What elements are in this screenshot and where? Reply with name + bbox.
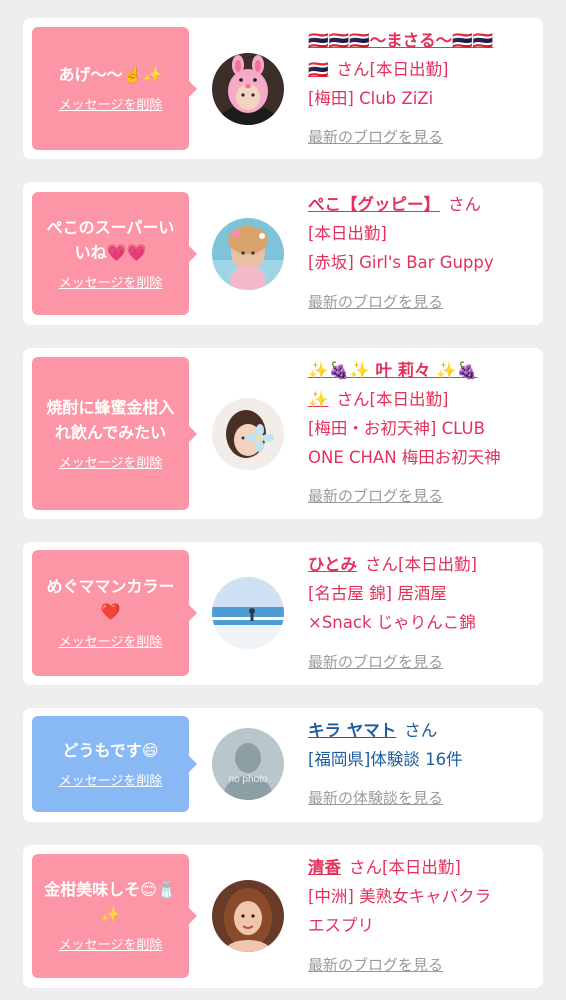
review-info: [福岡県]体験談 16件 — [308, 750, 463, 769]
honorific: さん — [404, 721, 438, 740]
status-badge: [本日出勤] — [369, 390, 449, 409]
message-card: 金柑美味しそ😊🧂✨ メッセージを削除 清香 さん[本日出勤] [中洲] 美熟女キャ… — [23, 845, 543, 988]
delete-message-link[interactable]: メッセージを削除 — [59, 937, 163, 955]
message-bubble: 金柑美味しそ😊🧂✨ メッセージを削除 — [32, 854, 197, 978]
message-card: 焼酎に蜂蜜金柑入れ飲んでみたい メッセージを削除 ✨🍇✨ 叶 莉々 ✨🍇 ✨ さ… — [23, 348, 543, 519]
latest-review-link[interactable]: 最新の体験談を見る — [308, 788, 443, 808]
sender-name-link-cont[interactable]: 🇹🇭 — [308, 60, 329, 79]
message-card: あげ〜〜☝️✨ メッセージを削除 🇹🇭🇹🇭🇹🇭〜まさる〜🇹� — [23, 18, 543, 159]
flower-portrait-avatar-icon[interactable] — [212, 398, 284, 470]
delete-message-link[interactable]: メッセージを削除 — [59, 773, 163, 791]
sender-info: 🇹🇭🇹🇭🇹🇭〜まさる〜🇹🇭🇹🇭 🇹🇭 さん[本日出勤] [梅田] Club ZiZ… — [308, 26, 540, 113]
message-text: どうもです😄 — [62, 740, 159, 760]
sender-name-link[interactable]: ぺこ【グッピー】 — [308, 195, 440, 214]
sender-name-link[interactable]: ひとみ — [308, 555, 357, 574]
sender-info: ひとみ さん[本日出勤] [名古屋 錦] 居酒屋 ×Snack じゃりんこ錦 — [308, 550, 540, 637]
sender-name-link-cont[interactable]: ✨ — [308, 390, 329, 409]
message-text: 焼酎に蜂蜜金柑入れ飲んでみたい — [46, 397, 175, 442]
sender-info: キラ ヤマト さん [福岡県]体験談 16件 — [308, 716, 540, 774]
message-card: どうもです😄 メッセージを削除 no photo キラ ヤマト さん [福岡県]体… — [23, 708, 543, 822]
message-card: ぺこのスーパーいいね💗💗 メッセージを削除 ぺこ【グッピー】 さん [本日出勤] … — [23, 182, 543, 325]
message-bubble: めぐママンカラー❤️ メッセージを削除 — [32, 550, 197, 676]
shop-info-cont: ONE CHAN 梅田お初天神 — [308, 448, 501, 467]
sender-name-link[interactable]: キラ ヤマト — [308, 721, 396, 740]
sender-info: 清香 さん[本日出勤] [中洲] 美熟女キャバクラ エスプリ — [308, 853, 540, 940]
shop-info: [梅田] Club ZiZi — [308, 89, 434, 108]
shop-info: [名古屋 錦] 居酒屋 — [308, 584, 447, 603]
message-bubble: どうもです😄 メッセージを削除 — [32, 716, 197, 812]
status-badge: [本日出勤] — [382, 858, 461, 877]
status-badge: [本日出勤] — [308, 224, 387, 243]
latest-blog-link[interactable]: 最新のブログを見る — [308, 955, 443, 975]
sender-info: ✨🍇✨ 叶 莉々 ✨🍇 ✨ さん[本日出勤] [梅田・お初天神] CLUB ONE… — [308, 356, 540, 472]
sender-name-link[interactable]: 清香 — [308, 858, 341, 877]
latest-blog-link[interactable]: 最新のブログを見る — [308, 292, 443, 312]
message-text: 金柑美味しそ😊🧂✨ — [44, 880, 177, 924]
message-card: めぐママンカラー❤️ メッセージを削除 ひとみ さん[本日出勤] [名古屋 錦] … — [23, 542, 543, 685]
delete-message-link[interactable]: メッセージを削除 — [59, 275, 163, 293]
message-text: ぺこのスーパーいいね💗💗 — [46, 217, 175, 262]
sender-name-link[interactable]: 🇹🇭🇹🇭🇹🇭〜まさる〜🇹🇭🇹🇭 — [308, 31, 493, 50]
message-bubble: ぺこのスーパーいいね💗💗 メッセージを削除 — [32, 192, 197, 315]
message-text: あげ〜〜☝️✨ — [58, 65, 163, 84]
no-photo-placeholder-icon[interactable]: no photo — [212, 728, 284, 800]
message-bubble: あげ〜〜☝️✨ メッセージを削除 — [32, 27, 197, 150]
seaside-photo-avatar-icon[interactable] — [212, 577, 284, 649]
honorific: さん — [336, 60, 370, 79]
honorific: さん — [365, 555, 399, 574]
honorific: さん — [349, 858, 382, 877]
honorific: さん — [448, 195, 481, 214]
sender-info: ぺこ【グッピー】 さん [本日出勤] [赤坂] Girl's Bar Guppy — [308, 190, 540, 277]
latest-blog-link[interactable]: 最新のブログを見る — [308, 486, 443, 506]
shop-info-cont: エスプリ — [308, 916, 374, 935]
sender-name-link[interactable]: ✨🍇✨ 叶 莉々 ✨🍇 — [308, 361, 477, 380]
latest-blog-link[interactable]: 最新のブログを見る — [308, 652, 443, 672]
woman-portrait-avatar-icon[interactable] — [212, 880, 284, 952]
status-badge: [本日出勤] — [369, 60, 449, 79]
delete-message-link[interactable]: メッセージを削除 — [59, 634, 163, 652]
status-badge: [本日出勤] — [398, 555, 477, 574]
shop-info-cont: ×Snack じゃりんこ錦 — [308, 613, 476, 632]
shop-info: [中洲] 美熟女キャバクラ — [308, 887, 492, 906]
girl-portrait-avatar-icon[interactable] — [212, 218, 284, 290]
delete-message-link[interactable]: メッセージを削除 — [59, 97, 163, 115]
no-photo-caption: no photo — [229, 774, 268, 785]
message-bubble: 焼酎に蜂蜜金柑入れ飲んでみたい メッセージを削除 — [32, 357, 197, 510]
shop-info: [梅田・お初天神] CLUB — [308, 419, 485, 438]
delete-message-link[interactable]: メッセージを削除 — [59, 455, 163, 473]
message-text: めぐママンカラー❤️ — [46, 577, 175, 621]
honorific: さん — [336, 390, 370, 409]
pink-rabbit-hood-avatar-icon[interactable] — [212, 53, 284, 125]
message-feed: あげ〜〜☝️✨ メッセージを削除 🇹🇭🇹🇭🇹🇭〜まさる〜🇹� — [0, 0, 566, 1000]
shop-info: [赤坂] Girl's Bar Guppy — [308, 253, 494, 272]
latest-blog-link[interactable]: 最新のブログを見る — [308, 127, 443, 147]
